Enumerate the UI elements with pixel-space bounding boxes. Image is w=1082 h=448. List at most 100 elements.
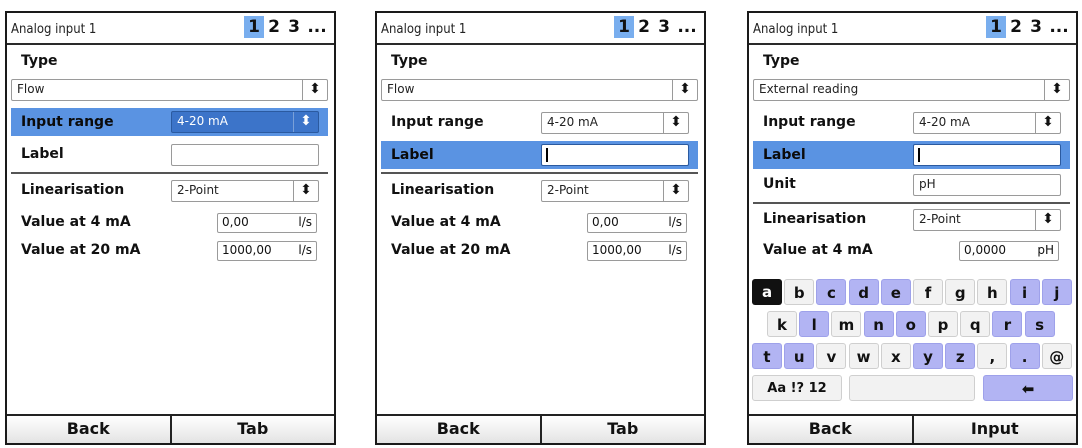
key-r[interactable]: r — [992, 311, 1023, 337]
value-4ma-label: Value at 4 mA — [763, 242, 873, 258]
key-w[interactable]: w — [848, 343, 879, 369]
value-4ma-input[interactable]: 0,00 l/s — [217, 213, 317, 233]
value-4ma-label: Value at 4 mA — [391, 214, 501, 230]
page-tab-2[interactable]: 2 — [634, 16, 654, 38]
input-range-label: Input range — [21, 114, 114, 130]
key-n[interactable]: n — [863, 311, 894, 337]
key-o[interactable]: o — [895, 311, 926, 337]
key-e[interactable]: e — [880, 279, 911, 305]
screen-2: Analog input 1 1 2 3 ... Type Flow ⬍ Inp… — [375, 11, 706, 445]
type-select[interactable]: External reading ⬍ — [753, 79, 1070, 101]
label-row[interactable]: Label — [381, 141, 698, 169]
tab-button[interactable]: Tab — [539, 416, 704, 443]
page-tabs: 1 2 3 ... — [614, 16, 700, 38]
space-key[interactable] — [849, 375, 975, 401]
key-h[interactable]: h — [977, 279, 1008, 305]
label-input[interactable] — [171, 144, 319, 166]
value-4ma-label: Value at 4 mA — [21, 214, 131, 230]
key-d[interactable]: d — [848, 279, 879, 305]
page-tab-more[interactable]: ... — [304, 16, 330, 38]
linearisation-select[interactable]: 2-Point ⬍ — [913, 209, 1061, 231]
key-j[interactable]: j — [1041, 279, 1072, 305]
input-range-row[interactable]: Input range 4-20 mA ⬍ — [11, 108, 328, 136]
spinner-icon: ⬍ — [1035, 210, 1060, 230]
input-range-select[interactable]: 4-20 mA ⬍ — [171, 111, 319, 133]
backspace-key[interactable]: ⬅ — [983, 375, 1073, 401]
linearisation-value: 2-Point — [547, 183, 589, 197]
value-20ma-input[interactable]: 1000,00 l/s — [217, 241, 317, 261]
input-range-select[interactable]: 4-20 mA ⬍ — [541, 112, 689, 134]
input-button[interactable]: Input — [911, 416, 1076, 443]
key-k[interactable]: k — [767, 311, 797, 337]
key-l[interactable]: l — [799, 311, 830, 337]
key-p[interactable]: p — [928, 311, 958, 337]
linearisation-value: 2-Point — [177, 183, 219, 197]
value-20ma-unit: l/s — [298, 243, 312, 257]
page-tab-2[interactable]: 2 — [264, 16, 284, 38]
footer-bar: Back Tab — [377, 414, 704, 443]
key-f[interactable]: f — [913, 279, 943, 305]
key-at[interactable]: @ — [1041, 343, 1072, 369]
linearisation-label: Linearisation — [391, 182, 495, 198]
spinner-icon: ⬍ — [1044, 80, 1069, 100]
screen-1: Analog input 1 1 2 3 ... Type Flow ⬍ Inp… — [5, 11, 336, 445]
key-b[interactable]: b — [784, 279, 815, 305]
page-tab-1[interactable]: 1 — [244, 16, 264, 38]
key-q[interactable]: q — [960, 311, 991, 337]
key-comma[interactable]: , — [977, 343, 1008, 369]
spinner-icon: ⬍ — [293, 181, 318, 201]
page-tab-2[interactable]: 2 — [1006, 16, 1026, 38]
value-4ma-unit: l/s — [668, 215, 682, 229]
key-u[interactable]: u — [784, 343, 815, 369]
page-tab-3[interactable]: 3 — [654, 16, 674, 38]
page-tab-3[interactable]: 3 — [1026, 16, 1046, 38]
key-period[interactable]: . — [1009, 343, 1040, 369]
back-button[interactable]: Back — [749, 416, 912, 443]
input-range-value: 4-20 mA — [919, 115, 970, 129]
key-m[interactable]: m — [831, 311, 862, 337]
page-tab-1[interactable]: 1 — [614, 16, 634, 38]
unit-input[interactable]: pH — [913, 174, 1061, 196]
spinner-icon: ⬍ — [302, 80, 327, 100]
key-y[interactable]: y — [913, 343, 943, 369]
page-title: Analog input 1 — [11, 22, 97, 37]
label-input[interactable] — [541, 144, 689, 166]
label-row[interactable]: Label — [753, 141, 1070, 169]
type-value: Flow — [17, 82, 45, 96]
page-tab-more[interactable]: ... — [1046, 16, 1072, 38]
linearisation-label: Linearisation — [763, 211, 867, 227]
key-i[interactable]: i — [1009, 279, 1040, 305]
value-20ma-input[interactable]: 1000,00 l/s — [587, 241, 687, 261]
back-button[interactable]: Back — [377, 416, 540, 443]
page-tabs: 1 2 3 ... — [244, 16, 330, 38]
label-input[interactable] — [913, 144, 1061, 166]
page-tab-3[interactable]: 3 — [284, 16, 304, 38]
page-tab-1[interactable]: 1 — [986, 16, 1006, 38]
key-s[interactable]: s — [1024, 311, 1055, 337]
mode-switch-key[interactable]: Aa !? 12 — [752, 375, 842, 401]
tab-button[interactable]: Tab — [169, 416, 334, 443]
linearisation-label: Linearisation — [21, 182, 125, 198]
header: Analog input 1 1 2 3 ... — [7, 13, 334, 45]
value-4ma-input[interactable]: 0,00 l/s — [587, 213, 687, 233]
linearisation-select[interactable]: 2-Point ⬍ — [541, 180, 689, 202]
key-v[interactable]: v — [816, 343, 847, 369]
value-20ma: 1000,00 — [592, 243, 642, 257]
back-button[interactable]: Back — [7, 416, 170, 443]
on-screen-keyboard: a b c d e f g h i j k l m n o p q r s t u v w x y z,. @ Aa !? 12 ⬅ — [749, 275, 1076, 414]
text-cursor — [918, 148, 920, 162]
spinner-icon: ⬍ — [663, 181, 688, 201]
key-x[interactable]: x — [880, 343, 911, 369]
key-g[interactable]: g — [945, 279, 976, 305]
divider — [11, 172, 328, 174]
key-z[interactable]: z — [945, 343, 976, 369]
key-a[interactable]: a — [752, 279, 782, 305]
value-4ma-input[interactable]: 0,0000 pH — [959, 241, 1059, 261]
page-tab-more[interactable]: ... — [674, 16, 700, 38]
type-select[interactable]: Flow ⬍ — [381, 79, 698, 101]
type-select[interactable]: Flow ⬍ — [11, 79, 328, 101]
linearisation-select[interactable]: 2-Point ⬍ — [171, 180, 319, 202]
key-c[interactable]: c — [816, 279, 847, 305]
input-range-select[interactable]: 4-20 mA ⬍ — [913, 112, 1061, 134]
key-t[interactable]: t — [752, 343, 782, 369]
